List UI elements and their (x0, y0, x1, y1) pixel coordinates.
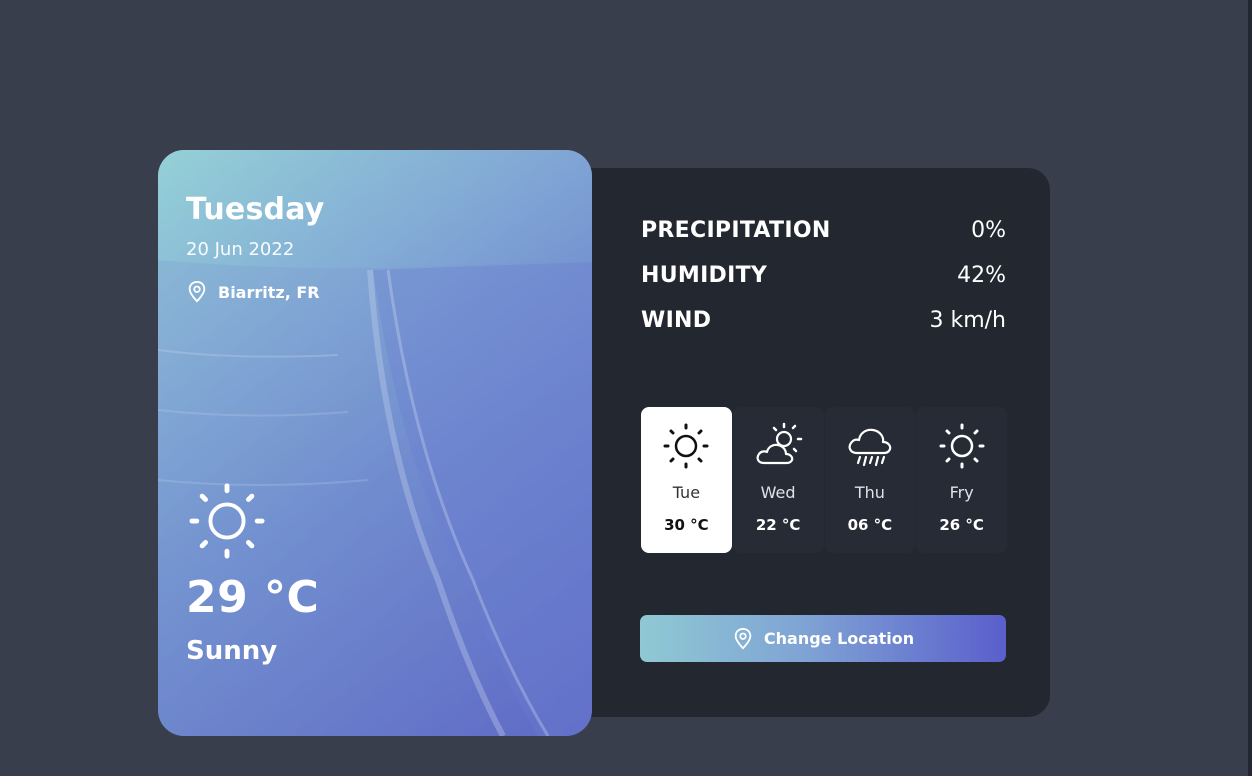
stat-humidity: HUMIDITY 42% (641, 263, 1006, 288)
forecast-day-name: Fry (949, 483, 974, 502)
stat-precipitation: PRECIPITATION 0% (641, 218, 1006, 243)
forecast-day-temp: 06 °C (847, 516, 893, 534)
forecast-day-wed[interactable]: Wed 22 °C (732, 407, 824, 553)
sun-icon (939, 423, 985, 469)
location-label: Biarritz, FR (186, 280, 320, 304)
change-location-button[interactable]: Change Location (640, 615, 1006, 662)
forecast-day-name: Thu (854, 483, 885, 502)
forecast-day-fry[interactable]: Fry 26 °C (916, 407, 1007, 553)
weather-app: Tuesday 20 Jun 2022 Biarritz, FR 29 °C S… (0, 0, 1252, 776)
current-temperature: 29 °C (186, 572, 320, 623)
stat-label: PRECIPITATION (641, 218, 831, 243)
forecast-strip: Tue 30 °C Wed 22 °C Thu 06 °C Fry 26 °C (641, 407, 1008, 553)
today-hero-card: Tuesday 20 Jun 2022 Biarritz, FR 29 °C S… (158, 150, 592, 736)
partly-cloudy-icon (756, 422, 803, 465)
change-location-label: Change Location (763, 629, 915, 648)
forecast-day-temp: 30 °C (664, 516, 709, 534)
stat-value: 42% (957, 263, 1006, 288)
forecast-day-name: Wed (760, 483, 796, 502)
sun-icon (189, 483, 265, 559)
sun-icon (663, 423, 709, 469)
stat-wind: WIND 3 km/h (641, 308, 1006, 333)
rain-cloud-icon (848, 428, 892, 467)
day-title: Tuesday (186, 192, 325, 227)
map-pin-icon (734, 627, 752, 649)
map-pin-icon (188, 280, 206, 303)
forecast-day-temp: 26 °C (939, 516, 984, 534)
location-text: Biarritz, FR (218, 282, 320, 302)
window-edge (1248, 0, 1252, 776)
stat-value: 3 km/h (929, 308, 1006, 333)
stat-value: 0% (971, 218, 1006, 243)
forecast-day-thu[interactable]: Thu 06 °C (824, 407, 916, 553)
forecast-day-name: Tue (672, 483, 701, 502)
forecast-day-tue[interactable]: Tue 30 °C (641, 407, 732, 553)
date-label: 20 Jun 2022 (186, 239, 295, 260)
weather-condition: Sunny (186, 636, 278, 666)
stat-label: HUMIDITY (641, 263, 768, 288)
forecast-day-temp: 22 °C (755, 516, 801, 534)
stat-label: WIND (641, 308, 712, 333)
